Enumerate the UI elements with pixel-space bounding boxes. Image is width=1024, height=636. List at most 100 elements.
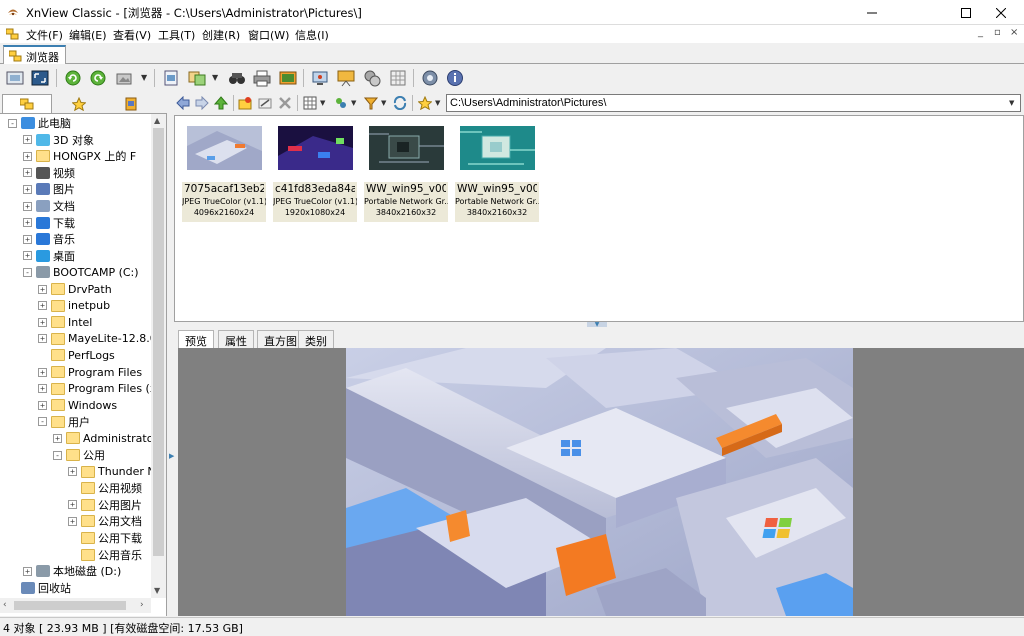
tree-item[interactable]: + Intel [38,314,92,330]
tree-item[interactable]: + Thunder N [68,464,151,480]
web-page-button[interactable] [335,67,357,89]
splitter-arrow-icon[interactable]: ▶ [169,452,174,460]
batch-button[interactable] [361,67,383,89]
expand-icon[interactable]: + [23,135,32,145]
tree-scroll-thumb[interactable] [153,128,164,556]
expand-icon[interactable]: + [68,467,77,477]
thumbnail-item[interactable]: 7075acaf13eb2... JPEG TrueColor (v1.1) 4… [182,122,266,222]
screen-capture-button[interactable] [309,67,331,89]
parent-folder-button[interactable] [213,96,229,113]
expand-icon[interactable]: + [38,367,47,377]
tree-item[interactable]: - BOOTCAMP (C:) [23,264,139,280]
fullscreen-button[interactable] [29,67,51,89]
expand-icon[interactable]: + [38,334,47,344]
expand-icon[interactable]: + [53,433,62,443]
back-button[interactable] [176,95,190,113]
expand-icon[interactable]: + [38,384,47,394]
thumbnail-item[interactable]: WW_win95_v00... Portable Network Gr... 3… [364,122,448,222]
about-button[interactable] [444,67,466,89]
expand-icon[interactable]: + [68,516,77,526]
address-dropdown-icon[interactable]: ▼ [1009,99,1014,107]
tab-preview[interactable]: 预览 [178,330,214,348]
tab-categories[interactable]: 类别 [298,330,334,348]
image-preview-pane[interactable] [178,348,1024,616]
thumbnail-item[interactable]: c41fd83eda84a... JPEG TrueColor (v1.1) 1… [273,122,357,222]
tree-item[interactable]: + 桌面 [23,248,75,264]
convert-button[interactable] [186,67,208,89]
collapse-icon[interactable]: - [23,267,32,277]
expand-icon[interactable]: + [23,201,32,211]
dropdown-arrow-icon[interactable]: ▼ [381,99,386,107]
settings-button[interactable] [419,67,441,89]
search-button[interactable] [226,67,248,89]
refresh-button[interactable] [393,95,407,113]
menu-window[interactable]: 窗口(W) [248,27,289,43]
favorites-button[interactable] [417,95,433,113]
tree-item[interactable]: - 此电脑 [8,115,71,131]
menu-edit[interactable]: 编辑(E) [69,27,107,43]
menu-tools[interactable]: 工具(T) [158,27,195,43]
tab-categories[interactable] [106,94,156,113]
filter-button[interactable] [363,96,379,113]
slideshow-button[interactable] [277,67,299,89]
tree-item[interactable]: + Administrator [53,430,151,446]
tree-item[interactable]: + 视频 [23,165,75,181]
dropdown-arrow-icon[interactable]: ▼ [351,99,356,107]
rename-button[interactable] [258,96,272,113]
scroll-down-icon[interactable]: ▼ [154,586,160,595]
delete-button[interactable] [278,96,292,113]
tree-item[interactable]: + 音乐 [23,231,75,247]
address-input[interactable] [446,94,1021,112]
new-folder-button[interactable] [238,96,252,113]
minimize-button[interactable] [849,0,895,25]
tree-item[interactable]: + MayeLite-12.8.0... [38,331,151,347]
menu-file[interactable]: 文件(F) [26,27,63,43]
tab-properties[interactable]: 属性 [218,330,254,348]
tree-item[interactable]: + inetpub [38,298,110,314]
splitter-handle-icon[interactable]: ▼ [587,322,607,328]
expand-icon[interactable]: + [23,168,32,178]
expand-icon[interactable]: + [23,234,32,244]
tree-item[interactable]: + 文档 [23,198,75,214]
tree-item[interactable]: + HONGPX 上的 F [23,148,136,164]
tree-item[interactable]: 公用视频 [68,480,142,496]
rotate-left-button[interactable] [62,67,84,89]
expand-icon[interactable]: + [68,500,77,510]
thumbnail-view[interactable]: 7075acaf13eb2... JPEG TrueColor (v1.1) 4… [174,115,1024,322]
contact-sheet-button[interactable] [387,67,409,89]
print-button[interactable] [251,67,273,89]
tab-browser[interactable]: 浏览器 [3,45,66,65]
tree-item[interactable]: + 下载 [23,215,75,231]
menu-create[interactable]: 创建(R) [202,27,240,43]
tree-item[interactable]: 回收站 [8,580,71,596]
collapse-icon[interactable]: - [8,118,17,128]
toggle-browser-button[interactable] [4,67,26,89]
dropdown-arrow-icon[interactable]: ▼ [141,73,147,82]
tree-item[interactable]: + 本地磁盘 (D:) [23,563,121,579]
scroll-up-icon[interactable]: ▲ [154,116,160,125]
close-button[interactable] [978,0,1024,25]
expand-icon[interactable]: + [23,251,32,261]
mdi-restore-button[interactable]: ▫ [994,27,1001,38]
expand-icon[interactable]: + [38,400,47,410]
expand-icon[interactable]: + [38,301,47,311]
horizontal-splitter[interactable]: ▼ [174,322,1024,329]
tree-item[interactable]: 公用音乐 [68,547,142,563]
dropdown-arrow-icon[interactable]: ▼ [435,99,440,107]
tree-item[interactable]: + 图片 [23,181,75,197]
tree-horizontal-scrollbar[interactable]: ‹ › [0,598,151,613]
tree-item[interactable]: + Windows [38,397,117,413]
scroll-right-icon[interactable]: › [140,600,144,610]
tree-item[interactable]: - 公用 [53,447,105,463]
tab-histogram[interactable]: 直方图 [257,330,304,348]
tab-folders[interactable] [2,94,52,113]
expand-icon[interactable]: + [38,317,47,327]
expand-icon[interactable]: + [23,218,32,228]
expand-icon[interactable]: + [38,284,47,294]
expand-icon[interactable]: + [23,184,32,194]
tab-favorites[interactable] [54,94,104,113]
thumbnail-item[interactable]: WW_win95_v00... Portable Network Gr... 3… [455,122,539,222]
mdi-minimize-button[interactable]: _ [978,27,983,38]
tree-item[interactable]: 公用下载 [68,530,142,546]
image-tools-button[interactable] [113,67,135,89]
